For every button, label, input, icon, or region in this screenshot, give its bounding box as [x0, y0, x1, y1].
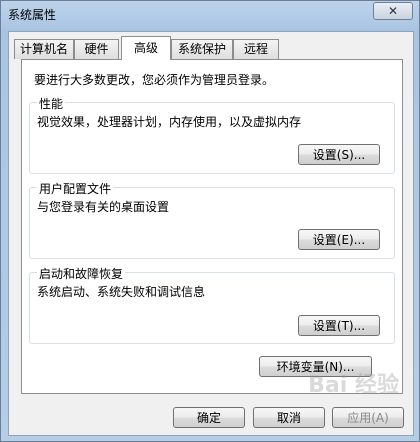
watermark: Bai 经验 [308, 373, 399, 398]
user-profiles-settings-button[interactable]: 设置(E)... [298, 229, 380, 250]
startup-recovery-group: 启动和故障恢复 系统启动、系统失败和调试信息 设置(T)... [29, 265, 395, 344]
tab-remote[interactable]: 远程 [233, 39, 279, 59]
performance-desc: 视觉效果，处理器计划，内存使用，以及虚拟内存 [37, 115, 302, 129]
startup-recovery-title: 启动和故障恢复 [37, 265, 126, 282]
tab-advanced[interactable]: 高级 [121, 36, 171, 60]
performance-group: 性能 视觉效果，处理器计划，内存使用，以及虚拟内存 设置(S)... [29, 95, 395, 174]
close-button[interactable]: ✕ [373, 2, 413, 20]
window-title: 系统属性 [8, 8, 57, 22]
startup-recovery-desc: 系统启动、系统失败和调试信息 [37, 285, 206, 299]
tab-system-protection[interactable]: 系统保护 [171, 39, 233, 59]
performance-title: 性能 [37, 95, 66, 112]
admin-notice: 要进行大多数更改，您必须作为管理员登录。 [34, 73, 275, 87]
user-profiles-desc: 与您登录有关的桌面设置 [37, 200, 170, 214]
ok-button[interactable]: 确定 [173, 407, 245, 428]
tab-hardware[interactable]: 硬件 [74, 39, 119, 59]
close-icon: ✕ [387, 4, 399, 18]
user-profiles-group: 用户配置文件 与您登录有关的桌面设置 设置(E)... [29, 180, 395, 259]
user-profiles-title: 用户配置文件 [37, 180, 114, 197]
cancel-button[interactable]: 取消 [253, 407, 325, 428]
performance-settings-button[interactable]: 设置(S)... [298, 144, 380, 165]
startup-recovery-settings-button[interactable]: 设置(T)... [298, 315, 380, 336]
apply-button[interactable]: 应用(A) [332, 407, 404, 428]
advanced-tab-panel: 要进行大多数更改，您必须作为管理员登录。 性能 视觉效果，处理器计划，内存使用，… [21, 59, 403, 394]
system-properties-window: 系统属性 ✕ 计算机名 硬件 高级 系统保护 远程 要进行大多数更改，您必须作为… [0, 0, 420, 442]
tab-computer-name[interactable]: 计算机名 [14, 39, 74, 59]
